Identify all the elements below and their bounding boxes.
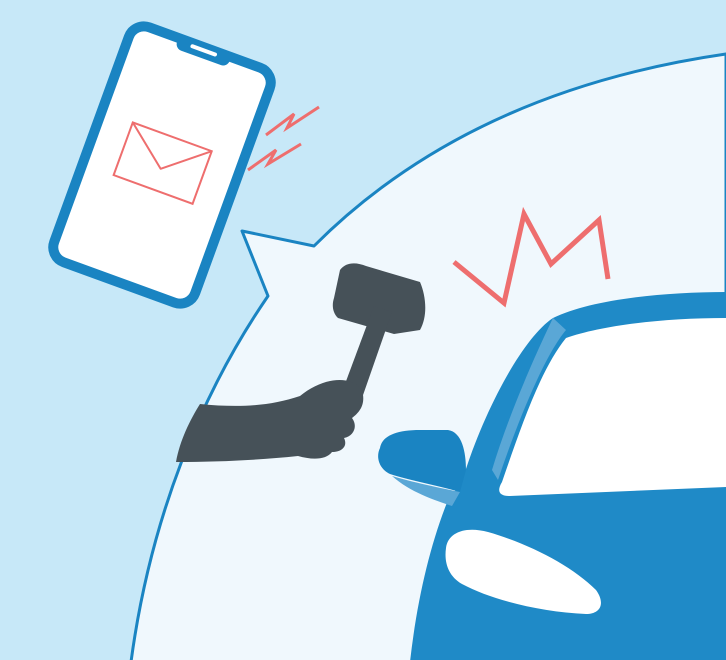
illustration-canvas (0, 0, 726, 660)
car-break-in-alert-illustration (0, 0, 726, 660)
